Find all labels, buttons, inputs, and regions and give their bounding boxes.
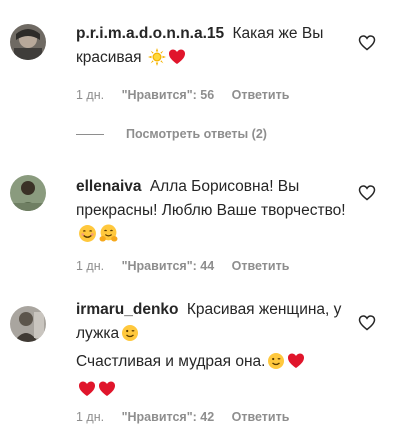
reply-button[interactable]: Ответить <box>232 410 290 424</box>
view-replies-button[interactable]: Посмотреть ответы (2) <box>76 127 267 141</box>
comment-username[interactable]: irmaru_denko <box>76 301 179 318</box>
smiling-face-emoji <box>78 224 97 251</box>
reply-button[interactable]: Ответить <box>232 88 290 102</box>
red-heart-emoji <box>287 352 305 378</box>
sun-emoji <box>147 48 166 74</box>
view-replies-label: Посмотреть ответы (2) <box>126 127 267 141</box>
comment-meta: 1 дн. "Нравится": 56 Ответить <box>76 88 303 102</box>
red-heart-emoji <box>78 380 96 406</box>
like-heart-icon[interactable] <box>358 34 376 52</box>
comment-meta: 1 дн. "Нравится": 44 Ответить <box>76 259 303 273</box>
like-heart-icon[interactable] <box>358 314 376 332</box>
likes-count[interactable]: "Нравится": 44 <box>122 259 215 273</box>
replies-divider <box>76 133 104 135</box>
winking-face-emoji <box>267 352 285 378</box>
comment-text: Счастливая и мудрая она. <box>76 353 266 370</box>
reply-button[interactable]: Ответить <box>232 259 290 273</box>
likes-count[interactable]: "Нравится": 42 <box>122 410 215 424</box>
comment-username[interactable]: p.r.i.m.a.d.o.n.n.a.15 <box>76 25 224 42</box>
hugging-face-emoji <box>99 224 118 251</box>
comment-username[interactable]: ellenaiva <box>76 178 142 195</box>
avatar[interactable] <box>10 24 46 60</box>
red-heart-emoji <box>98 380 116 406</box>
comment-time[interactable]: 1 дн. <box>76 410 104 424</box>
comment-time[interactable]: 1 дн. <box>76 88 104 102</box>
comment-body: p.r.i.m.a.d.o.n.n.a.15 Какая же Вы краси… <box>76 22 356 74</box>
like-heart-icon[interactable] <box>358 184 376 202</box>
winking-face-emoji <box>121 324 139 350</box>
avatar[interactable] <box>10 175 46 211</box>
avatar[interactable] <box>10 306 46 342</box>
comment-meta: 1 дн. "Нравится": 42 Ответить <box>76 410 303 424</box>
likes-count[interactable]: "Нравится": 56 <box>122 88 215 102</box>
comment-body: irmaru_denko Красивая женщина, у лужка С… <box>76 298 356 406</box>
comment-body: ellenaiva Алла Борисовна! Вы прекрасны! … <box>76 175 356 251</box>
red-heart-emoji <box>168 48 186 74</box>
comment-time[interactable]: 1 дн. <box>76 259 104 273</box>
